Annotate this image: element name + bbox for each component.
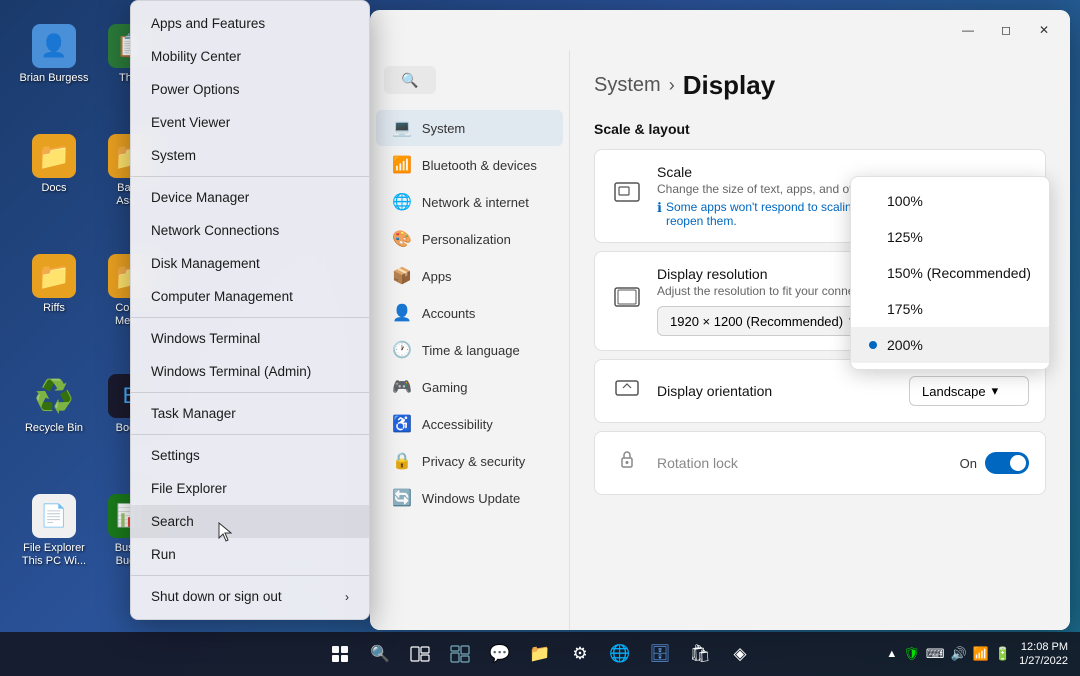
menu-item-settings[interactable]: Settings <box>131 439 369 472</box>
sidebar-item-network[interactable]: 🌐 Network & internet <box>376 184 563 220</box>
scale-icon <box>611 179 643 213</box>
breadcrumb-separator: › <box>669 75 675 96</box>
taskbar-right: ▲ 🛡 ⌨ 🔊 📶 🔋 12:08 PM 1/27/2022 <box>886 640 1068 669</box>
sidebar-item-personalization[interactable]: 🎨 Personalization <box>376 221 563 257</box>
clock-time: 12:08 PM <box>1019 640 1068 654</box>
menu-item-apps-features[interactable]: Apps and Features <box>131 7 369 40</box>
tray-network-icon[interactable]: 📶 <box>973 646 989 662</box>
breadcrumb: System › Display <box>594 70 1046 101</box>
menu-item-mobility-center[interactable]: Mobility Center <box>131 40 369 73</box>
desktop-icon-fileexplorer[interactable]: 📄 File ExplorerThis PC Wi... <box>14 490 94 572</box>
rotation-lock-title: Rotation lock <box>657 455 946 471</box>
taskbar-widgets-button[interactable] <box>442 636 478 672</box>
menu-item-network-connections[interactable]: Network Connections <box>131 214 369 247</box>
orientation-dropdown[interactable]: Landscape ▾ <box>909 376 1029 406</box>
menu-divider-1 <box>131 176 369 177</box>
menu-item-search[interactable]: Search <box>131 505 369 538</box>
taskbar-edge-button[interactable]: 🌐 <box>602 636 638 672</box>
menu-item-power-options[interactable]: Power Options <box>131 73 369 106</box>
context-menu: Apps and Features Mobility Center Power … <box>130 0 370 620</box>
tray-shield-icon[interactable]: 🛡 <box>903 646 920 662</box>
desktop: 👤 Brian Burgess 📋 Th... 📁 Docs 📁 Bar...A… <box>0 0 1080 676</box>
scale-option-175[interactable]: 175% <box>851 291 1049 327</box>
tray-expand-icon[interactable]: ▲ <box>886 648 897 660</box>
desktop-icon-riffs[interactable]: 📁 Riffs <box>14 250 94 319</box>
menu-item-file-explorer[interactable]: File Explorer <box>131 472 369 505</box>
taskbar-files-button[interactable]: 📁 <box>522 636 558 672</box>
desktop-icon-recycle[interactable]: ♻️ Recycle Bin <box>14 370 94 439</box>
sidebar-item-accounts[interactable]: 👤 Accounts <box>376 295 563 331</box>
scale-option-100[interactable]: 100% <box>851 183 1049 219</box>
taskbar-store-button[interactable]: 🛍 <box>682 636 718 672</box>
close-button[interactable]: ✕ <box>1026 15 1062 45</box>
taskbar-settings-button[interactable]: ⚙ <box>562 636 598 672</box>
menu-divider-4 <box>131 434 369 435</box>
desktop-icon-docs[interactable]: 📁 Docs <box>14 130 94 199</box>
taskbar-teams-button[interactable]: 💬 <box>482 636 518 672</box>
rotation-lock-control: On <box>960 452 1029 474</box>
maximize-button[interactable]: ◻ <box>988 15 1024 45</box>
menu-item-device-manager[interactable]: Device Manager <box>131 181 369 214</box>
taskbar-db-button[interactable]: 🗄 <box>642 636 678 672</box>
menu-divider-3 <box>131 392 369 393</box>
menu-item-task-manager[interactable]: Task Manager <box>131 397 369 430</box>
menu-item-computer-management[interactable]: Computer Management <box>131 280 369 313</box>
section-title-scale-layout: Scale & layout <box>594 121 1046 137</box>
rotation-lock-row: Rotation lock On <box>611 446 1029 480</box>
orientation-row: Display orientation Landscape ▾ <box>611 374 1029 408</box>
taskbar-center: 🔍 💬 📁 <box>322 636 758 672</box>
menu-divider-2 <box>131 317 369 318</box>
breadcrumb-display: Display <box>683 70 776 101</box>
tray-battery-icon[interactable]: 🔋 <box>995 646 1011 662</box>
resolution-dropdown[interactable]: 1920 × 1200 (Recommended) ▾ <box>657 306 869 336</box>
breadcrumb-system[interactable]: System <box>594 74 661 97</box>
settings-sidebar: 🔍 💻 System 📶 Bluetooth & devices 🌐 Netwo… <box>370 50 570 630</box>
tray-volume-icon[interactable]: 🔊 <box>951 646 967 662</box>
rotation-lock-text: Rotation lock <box>657 455 946 471</box>
menu-divider-5 <box>131 575 369 576</box>
rotation-lock-icon <box>611 446 643 480</box>
settings-titlebar: — ◻ ✕ <box>370 10 1070 50</box>
sidebar-item-privacy[interactable]: 🔒 Privacy & security <box>376 443 563 479</box>
sidebar-item-gaming[interactable]: 🎮 Gaming <box>376 369 563 405</box>
scale-option-125[interactable]: 125% <box>851 219 1049 255</box>
scale-option-200[interactable]: 200% <box>851 327 1049 363</box>
orientation-text: Display orientation <box>657 383 895 399</box>
menu-item-windows-terminal[interactable]: Windows Terminal <box>131 322 369 355</box>
tray-keyboard-icon[interactable]: ⌨ <box>926 646 945 662</box>
scale-popup: 100% 125% 150% (Recommended) 175% 200% <box>850 176 1050 370</box>
taskbar-taskview-button[interactable] <box>402 636 438 672</box>
orientation-title: Display orientation <box>657 383 895 399</box>
menu-item-run[interactable]: Run <box>131 538 369 571</box>
sidebar-item-update[interactable]: 🔄 Windows Update <box>376 480 563 516</box>
taskbar-dell-button[interactable]: ◈ <box>722 636 758 672</box>
taskbar: 🔍 💬 📁 <box>0 632 1080 676</box>
menu-item-system[interactable]: System <box>131 139 369 172</box>
rotation-lock-toggle[interactable] <box>985 452 1029 474</box>
rotation-lock-card: Rotation lock On <box>594 431 1046 495</box>
sidebar-item-time[interactable]: 🕐 Time & language <box>376 332 563 368</box>
scale-selected-indicator <box>869 341 877 349</box>
resolution-icon <box>611 284 643 318</box>
sidebar-item-system[interactable]: 💻 System <box>376 110 563 146</box>
orientation-icon <box>611 374 643 408</box>
taskbar-clock[interactable]: 12:08 PM 1/27/2022 <box>1019 640 1068 669</box>
clock-date: 1/27/2022 <box>1019 654 1068 668</box>
sidebar-item-bluetooth[interactable]: 📶 Bluetooth & devices <box>376 147 563 183</box>
sidebar-item-apps[interactable]: 📦 Apps <box>376 258 563 294</box>
menu-item-disk-management[interactable]: Disk Management <box>131 247 369 280</box>
menu-item-shutdown[interactable]: Shut down or sign out › <box>131 580 369 613</box>
taskbar-search-button[interactable]: 🔍 <box>362 636 398 672</box>
desktop-icon-user[interactable]: 👤 Brian Burgess <box>14 20 94 89</box>
menu-item-windows-terminal-admin[interactable]: Windows Terminal (Admin) <box>131 355 369 388</box>
rotation-lock-on-label: On <box>960 456 977 471</box>
settings-search-box[interactable]: 🔍 <box>384 66 436 94</box>
scale-option-150[interactable]: 150% (Recommended) <box>851 255 1049 291</box>
system-tray: ▲ 🛡 ⌨ 🔊 📶 🔋 <box>886 646 1011 662</box>
sidebar-item-accessibility[interactable]: ♿ Accessibility <box>376 406 563 442</box>
menu-item-event-viewer[interactable]: Event Viewer <box>131 106 369 139</box>
start-button[interactable] <box>322 636 358 672</box>
minimize-button[interactable]: — <box>950 15 986 45</box>
